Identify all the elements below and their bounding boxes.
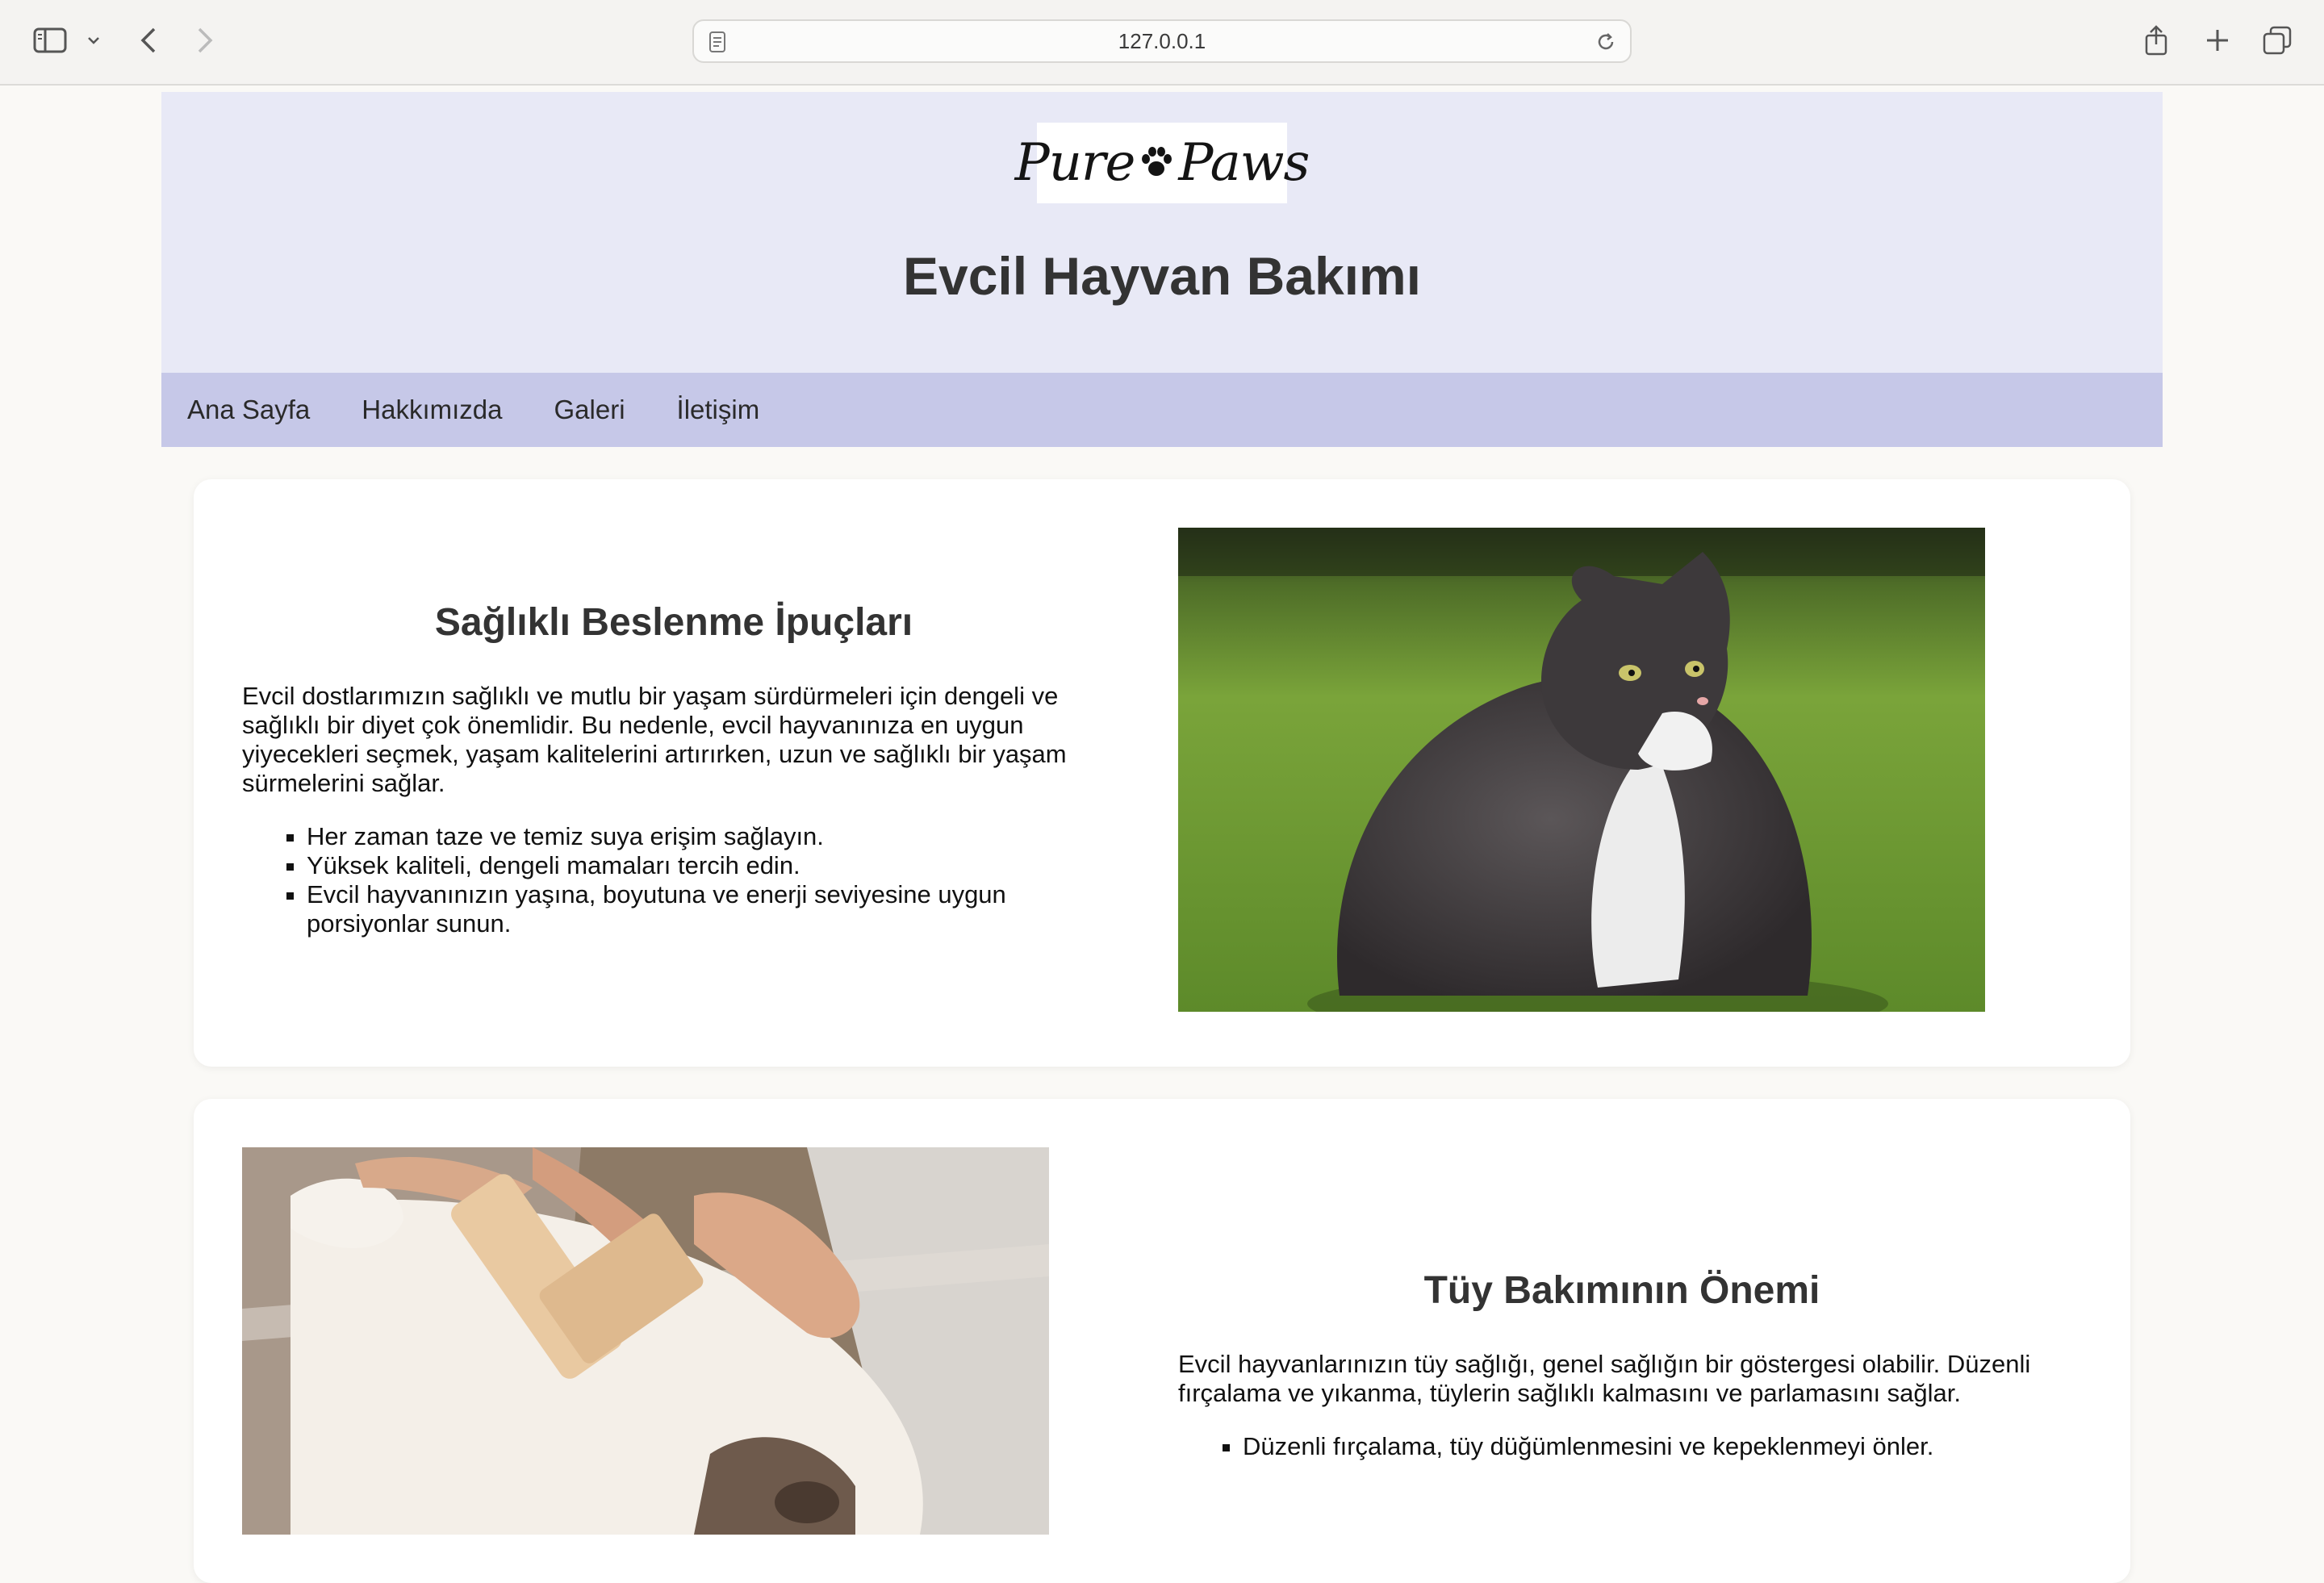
- new-tab-icon[interactable]: [2203, 18, 2232, 63]
- grooming-heading: Tüy Bakımının Önemi: [1423, 1269, 1820, 1312]
- logo-wordmark: Pure Paws: [1014, 133, 1310, 193]
- cat-brushing-image: [242, 1147, 1049, 1535]
- grooming-list: Düzenli fırçalama, tüy düğümlenmesini ve…: [1178, 1432, 2066, 1461]
- nutrition-text: Sağlıklı Beslenme İpuçları Evcil dostlar…: [242, 600, 1106, 938]
- share-icon[interactable]: [2142, 18, 2171, 63]
- chevron-down-icon[interactable]: [84, 18, 103, 63]
- back-icon[interactable]: [134, 18, 163, 63]
- nutrition-heading: Sağlıklı Beslenme İpuçları: [434, 601, 913, 644]
- grooming-text: Tüy Bakımının Önemi Evcil hayvanlarınızı…: [1178, 1268, 2066, 1461]
- cat-in-grass-image: [1178, 528, 1985, 1012]
- browser-toolbar: 127.0.0.1: [0, 0, 2324, 86]
- address-bar[interactable]: 127.0.0.1: [692, 19, 1632, 63]
- nav-item-contact[interactable]: İletişim: [677, 395, 760, 425]
- nav-item-home[interactable]: Ana Sayfa: [187, 395, 310, 425]
- list-item: Her zaman taze ve temiz suya erişim sağl…: [307, 822, 1106, 851]
- url-text: 127.0.0.1: [1118, 29, 1206, 53]
- nav-item-about[interactable]: Hakkımızda: [362, 395, 502, 425]
- nutrition-list: Her zaman taze ve temiz suya erişim sağl…: [242, 822, 1106, 938]
- main-nav: Ana Sayfa Hakkımızda Galeri İletişim: [161, 373, 2163, 447]
- list-item: Yüksek kaliteli, dengeli mamaları tercih…: [307, 851, 1106, 880]
- grooming-paragraph: Evcil hayvanlarınızın tüy sağlığı, genel…: [1178, 1350, 2031, 1407]
- logo[interactable]: Pure Paws: [1015, 123, 1310, 203]
- nav-item-gallery[interactable]: Galeri: [554, 395, 625, 425]
- paw-icon: [1142, 147, 1172, 176]
- reload-icon[interactable]: [1595, 31, 1617, 53]
- site-header: Pure Paws Evcil Hayvan Bakımı: [161, 92, 2163, 373]
- nutrition-card: Sağlıklı Beslenme İpuçları Evcil dostlar…: [194, 479, 2130, 1067]
- site-title: Evcil Hayvan Bakımı: [902, 246, 1422, 306]
- nutrition-paragraph: Evcil dostlarımızın sağlıklı ve mutlu bi…: [242, 682, 1067, 797]
- grooming-card: Tüy Bakımının Önemi Evcil hayvanlarınızı…: [194, 1099, 2130, 1583]
- sidebar-toggle-icon[interactable]: [31, 18, 69, 63]
- tab-overview-icon[interactable]: [2261, 18, 2293, 63]
- forward-icon[interactable]: [190, 18, 219, 63]
- list-item: Düzenli fırçalama, tüy düğümlenmesini ve…: [1243, 1432, 2066, 1461]
- list-item: Evcil hayvanınızın yaşına, boyutuna ve e…: [307, 880, 1106, 938]
